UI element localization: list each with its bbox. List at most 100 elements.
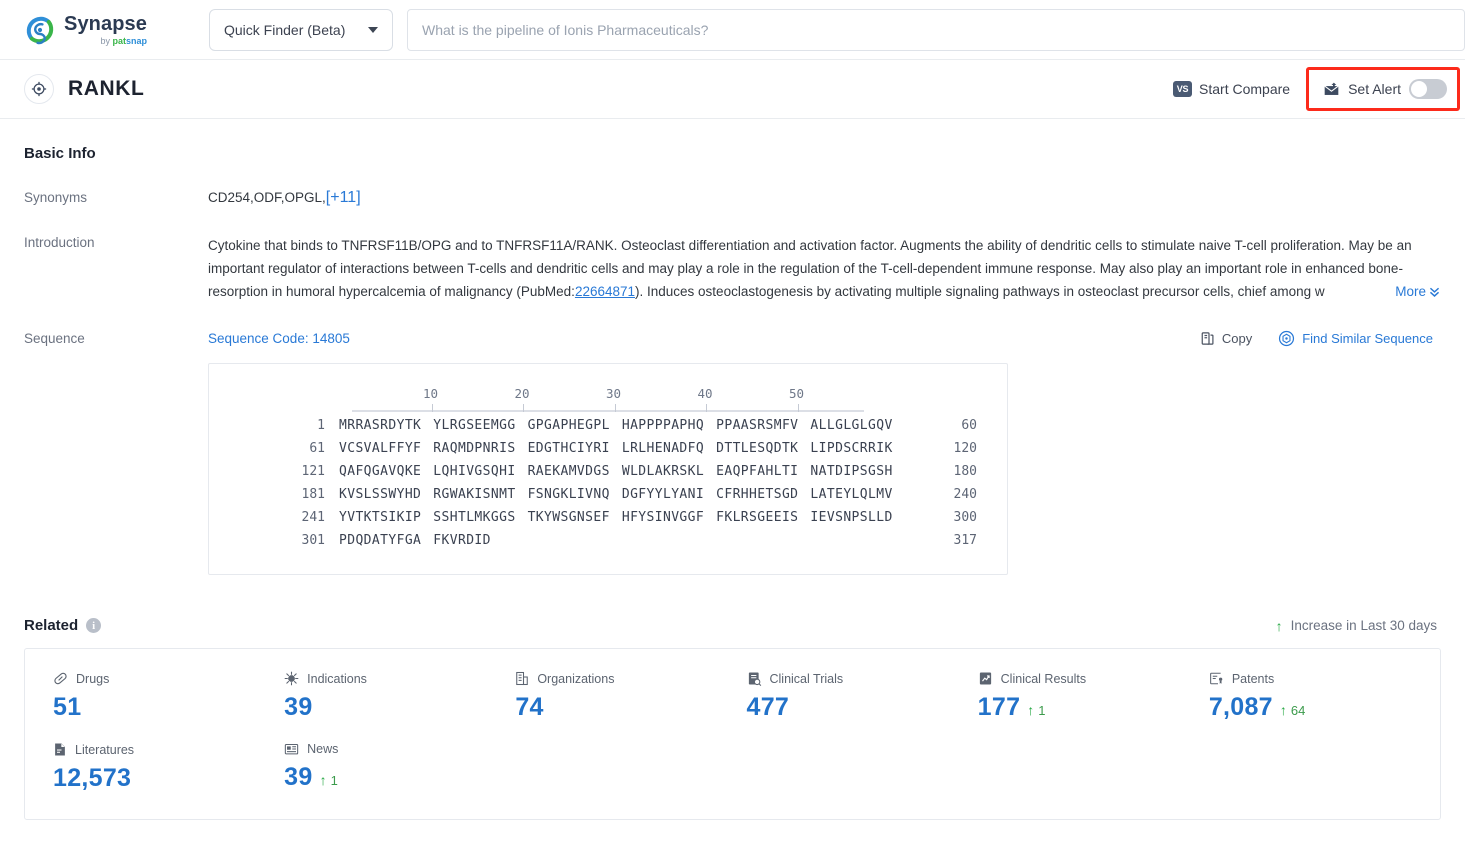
sequence-chunk: GPGAPHEGPL	[527, 418, 610, 433]
sequence-end-index: 240	[953, 487, 977, 502]
toggle-knob	[1411, 81, 1427, 97]
set-alert-control[interactable]: Set Alert	[1306, 67, 1460, 111]
sequence-chunk: CFRHHETSGD	[716, 487, 799, 502]
sequence-chunk: EAQPFAHLTI	[716, 464, 799, 479]
quick-finder-label: Quick Finder (Beta)	[224, 21, 346, 38]
related-stat-news[interactable]: News 39 ↑ 1	[284, 742, 515, 793]
related-stat-patents[interactable]: Patents 7,087 ↑ 64	[1209, 671, 1440, 722]
ruler-tick	[706, 404, 707, 412]
sequence-end-index: 300	[953, 510, 977, 525]
ruler-line	[352, 410, 864, 412]
arrow-up-icon: ↑	[1275, 617, 1283, 634]
stat-label-text: Drugs	[76, 671, 110, 686]
stat-label: Drugs	[53, 671, 284, 686]
stat-delta-value: 1	[330, 772, 338, 788]
sequence-chunk: FSNGKLIVNQ	[527, 487, 610, 502]
stat-value-wrap: 39	[284, 693, 515, 722]
sequence-chunk: HAPPPPAPHQ	[621, 418, 705, 433]
related-stat-organizations[interactable]: Organizations 74	[515, 671, 746, 722]
title-bar-actions: VS Start Compare Set Alert	[1173, 67, 1460, 111]
stat-value-wrap: 7,087 ↑ 64	[1209, 693, 1440, 722]
sequence-header: Sequence Code: 14805 Copy Find Similar S…	[208, 330, 1441, 347]
chevron-down-icon	[368, 26, 378, 33]
sequence-residues: QAFQGAVQKE LQHIVGSQHI RAEKAMVDGS WLDLAKRSKL…	[339, 460, 893, 483]
sequence-chunk: RAEKAMVDGS	[527, 464, 610, 479]
stat-label-text: News	[307, 742, 339, 756]
building-icon	[516, 671, 529, 686]
arrow-up-icon: ↑	[319, 772, 327, 788]
start-compare-label: Start Compare	[1199, 81, 1291, 97]
synonyms-more-link[interactable]: [+11]	[326, 189, 361, 206]
introduction-row: Introduction Cytokine that binds to TNFR…	[24, 234, 1441, 303]
sequence-label: Sequence	[24, 331, 85, 346]
related-stat-indications[interactable]: Indications 39	[284, 671, 515, 722]
start-compare-button[interactable]: VS Start Compare	[1173, 81, 1300, 97]
stat-value: 477	[746, 693, 790, 721]
related-stat-clinical-trials[interactable]: Clinical Trials 477	[747, 671, 978, 722]
chevron-double-down-icon	[1429, 287, 1440, 297]
copy-label: Copy	[1221, 331, 1253, 346]
sequence-ruler: 10 20 30 40 50	[209, 384, 1007, 414]
related-stat-literatures[interactable]: Literatures 12,573	[53, 742, 284, 793]
sequence-chunk: MRRASRDYTK	[339, 418, 422, 433]
stat-label-text: Clinical Results	[1000, 671, 1087, 686]
synonyms-label: Synonyms	[24, 190, 88, 205]
related-heading: Related	[24, 617, 79, 634]
stat-label: Organizations	[515, 671, 746, 686]
sequence-chunk: YLRGSEEMGG	[433, 418, 516, 433]
sequence-chunk: QAFQGAVQKE	[339, 464, 422, 479]
find-similar-sequence-button[interactable]: Find Similar Sequence	[1278, 330, 1433, 347]
increase-legend-label: Increase in Last 30 days	[1290, 618, 1437, 633]
sequence-chunk: WLDLAKRSKL	[621, 464, 705, 479]
stat-value: 74	[515, 693, 544, 721]
synapse-logo[interactable]: Synapse by patsnap	[24, 14, 179, 46]
quick-finder-dropdown[interactable]: Quick Finder (Beta)	[209, 8, 393, 51]
sequence-code[interactable]: Sequence Code: 14805	[208, 331, 350, 346]
sequence-chunk: LATEYLQLMV	[810, 487, 893, 502]
top-bar: Synapse by patsnap Quick Finder (Beta)	[0, 0, 1465, 60]
literature-icon	[55, 743, 65, 756]
related-stat-clinical-results[interactable]: Clinical Results 177 ↑ 1	[978, 671, 1209, 722]
sequence-line: 301 PDQDATYFGA FKVRDID 317	[209, 529, 1007, 552]
sequence-chunk: KVSLSSWYHD	[339, 487, 422, 502]
copy-sequence-button[interactable]: Copy	[1200, 331, 1252, 346]
clinical-trial-icon	[748, 672, 761, 686]
stat-delta: ↑ 64	[1280, 703, 1305, 718]
stat-delta-value: 1	[1038, 702, 1046, 718]
sequence-line: 1 MRRASRDYTK YLRGSEEMGG GPGAPHEGPL HAPPPPAPH…	[209, 414, 1007, 437]
set-alert-toggle[interactable]	[1409, 79, 1447, 99]
sequence-row: Sequence Sequence Code: 14805 Copy Find …	[24, 330, 1441, 575]
sequence-end-index: 317	[953, 533, 977, 548]
synonyms-value: CD254,ODF,OPGL,	[208, 190, 326, 205]
ruler-tick	[797, 404, 799, 412]
logo-title: Synapse	[64, 12, 147, 35]
find-similar-label: Find Similar Sequence	[1302, 331, 1433, 346]
sequence-start-index: 301	[301, 533, 325, 548]
stat-value: 39	[284, 693, 313, 721]
pubmed-link[interactable]: 22664871	[575, 284, 635, 299]
logo-by: by	[100, 35, 113, 46]
ruler-tick-label: 20	[514, 386, 530, 401]
sequence-line: 181 KVSLSSWYHD RGWAKISNMT FSNGKLIVNQ DGFYYLY…	[209, 483, 1007, 506]
sequence-residues: MRRASRDYTK YLRGSEEMGG GPGAPHEGPL HAPPPPAPHQ…	[339, 414, 893, 437]
sequence-chunk: PPAASRSMFV	[716, 418, 799, 433]
sequence-residues: YVTKTSIKIP SSHTLMKGGS TKYWSGNSEF HFYSINVGGF…	[339, 506, 893, 529]
sequence-chunk: TKYWSGNSEF	[527, 510, 610, 525]
sequence-line: 121 QAFQGAVQKE LQHIVGSQHI RAEKAMVDGS WLDLAKR…	[209, 460, 1007, 483]
virus-icon	[284, 671, 299, 686]
sequence-viewer: 10 20 30 40 50 1 MRRASRDYTK YLRGSEEMGG GPGAPHEG…	[208, 363, 1008, 575]
info-icon[interactable]: i	[86, 618, 102, 633]
search-input[interactable]	[407, 8, 1465, 51]
stat-label: News	[284, 742, 515, 756]
alert-envelope-icon	[1324, 82, 1339, 95]
related-stat-drugs[interactable]: Drugs 51	[53, 671, 284, 722]
ruler-tick-label: 30	[605, 386, 622, 401]
introduction-more-link[interactable]: More	[1335, 280, 1441, 303]
sequence-chunk: FKLRSGEEIS	[716, 510, 799, 525]
sequence-residues: VCSVALFFYF RAQMDPNRIS EDGTHCIYRI LRLHENADFQ…	[339, 437, 893, 460]
logo-tagline: by patsnap	[64, 35, 147, 46]
basic-info-heading: Basic Info	[24, 145, 96, 162]
related-stats-card: Drugs 51 Indications 39 Organizations 74 Clini…	[24, 648, 1441, 820]
target-crosshair-icon	[24, 74, 54, 104]
sequence-chunk: RGWAKISNMT	[433, 487, 516, 502]
